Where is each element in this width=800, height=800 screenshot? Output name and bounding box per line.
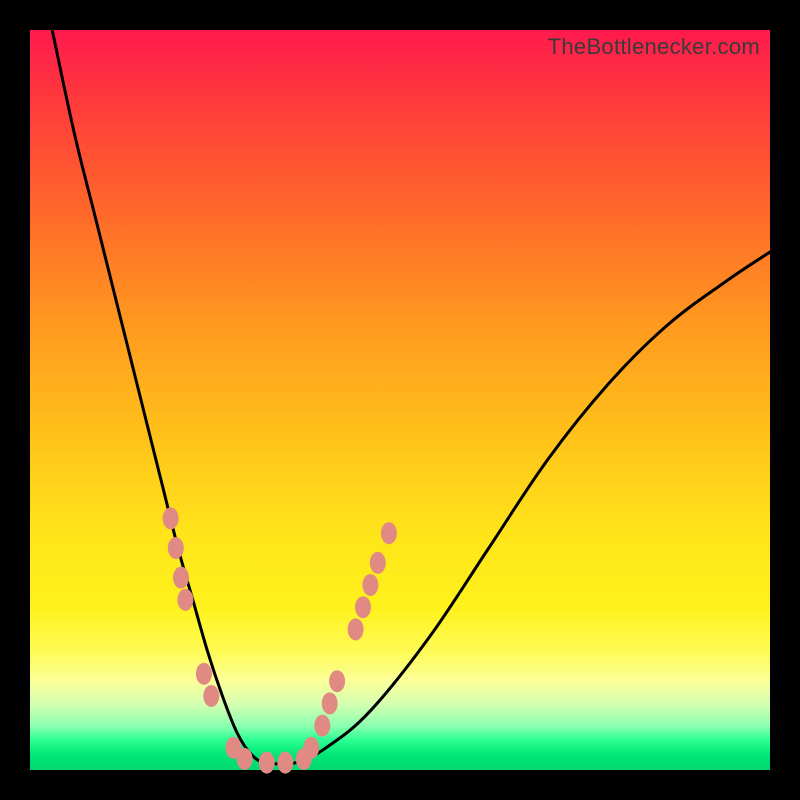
data-marker (203, 685, 219, 707)
data-marker (329, 670, 345, 692)
data-marker (314, 715, 330, 737)
data-marker (168, 537, 184, 559)
data-marker (370, 552, 386, 574)
data-marker (381, 522, 397, 544)
data-marker (259, 752, 275, 774)
data-marker (237, 748, 253, 770)
marker-group (163, 507, 397, 773)
data-marker (355, 596, 371, 618)
data-marker (196, 663, 212, 685)
data-marker (303, 737, 319, 759)
data-marker (322, 692, 338, 714)
data-marker (173, 567, 189, 589)
data-marker (177, 589, 193, 611)
bottleneck-curve (52, 30, 770, 764)
data-marker (348, 618, 364, 640)
plot-area: TheBottlenecker.com (30, 30, 770, 770)
data-marker (362, 574, 378, 596)
data-marker (163, 507, 179, 529)
chart-frame: TheBottlenecker.com (0, 0, 800, 800)
chart-svg (30, 30, 770, 770)
data-marker (277, 752, 293, 774)
